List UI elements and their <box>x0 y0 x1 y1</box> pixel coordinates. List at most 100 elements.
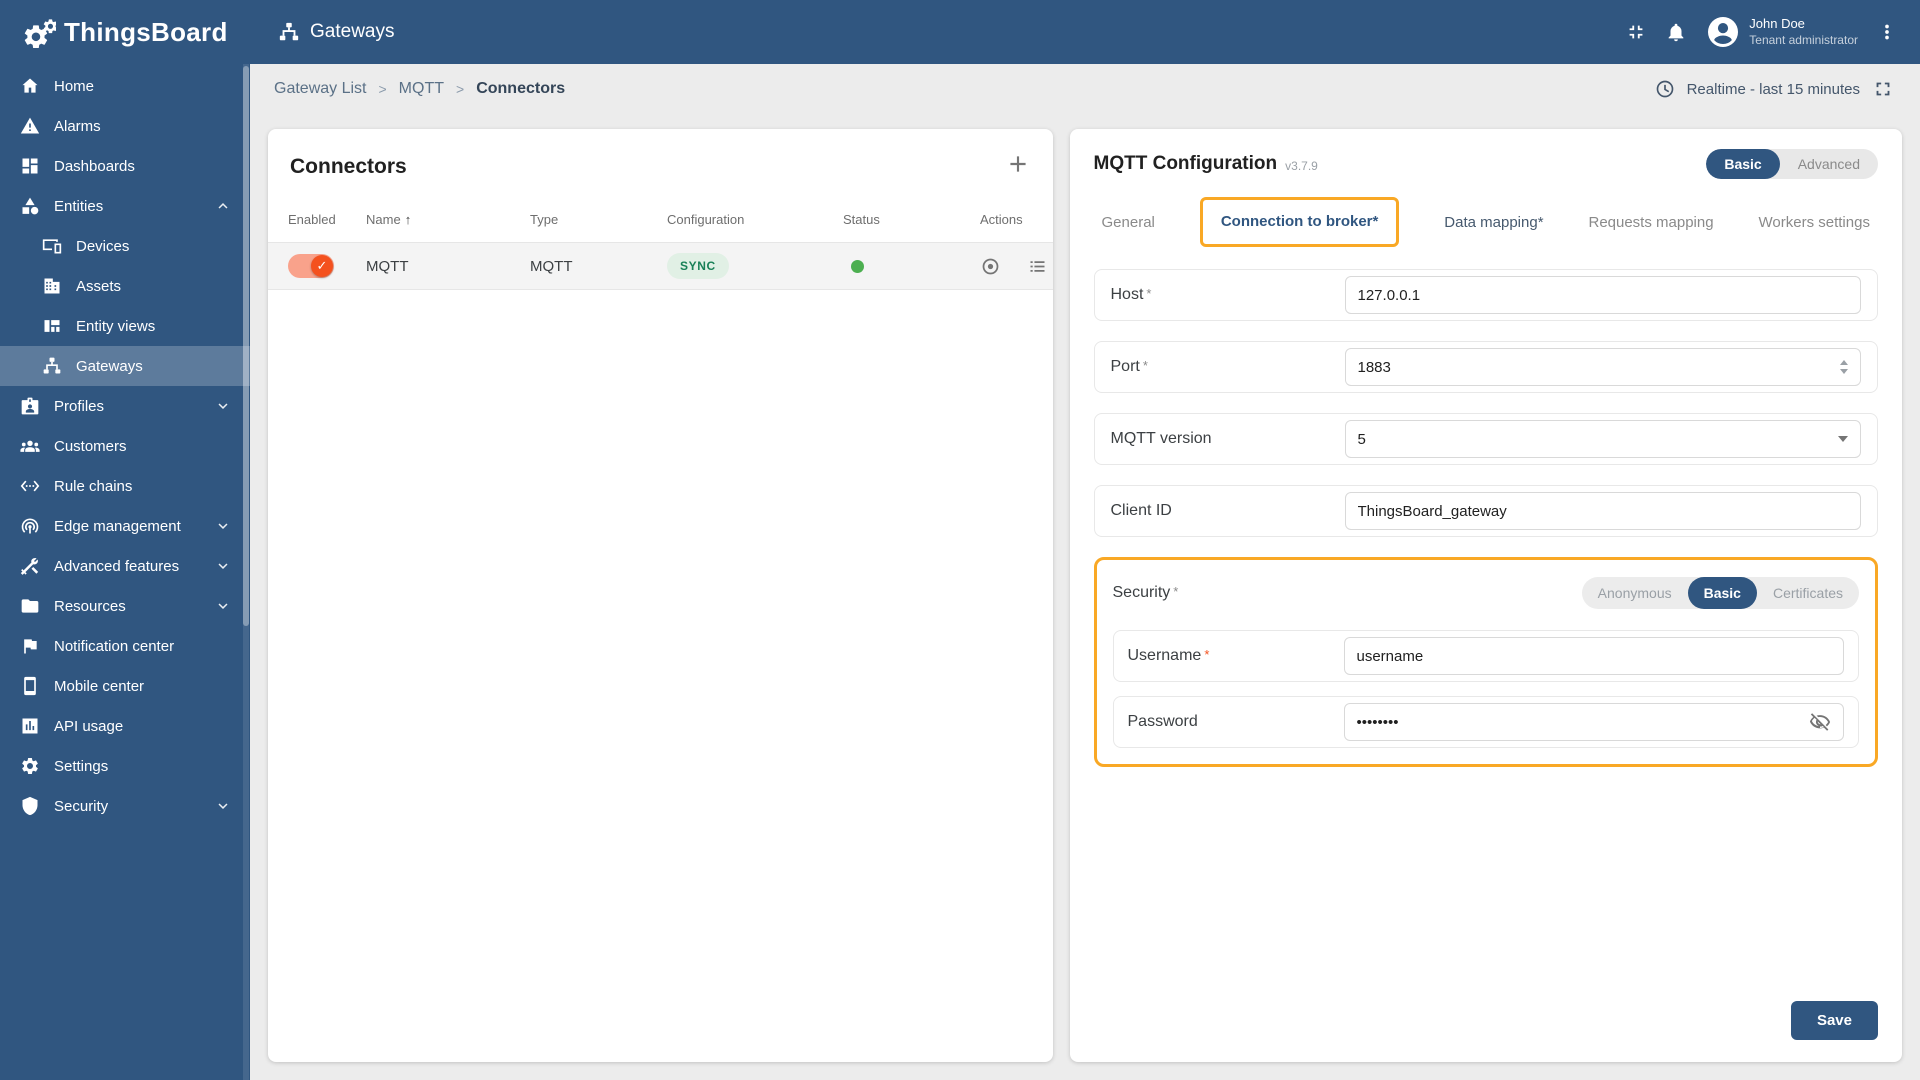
column-enabled[interactable]: Enabled <box>288 212 366 227</box>
sidebar-item-mobile-center[interactable]: Mobile center <box>0 666 250 706</box>
mqtt-version-select[interactable]: 5 <box>1344 420 1861 458</box>
column-status[interactable]: Status <box>843 212 980 227</box>
sidebar-item-api-usage[interactable]: API usage <box>0 706 250 746</box>
breadcrumb-mqtt[interactable]: MQTT <box>399 80 444 98</box>
connector-scan-button[interactable] <box>980 256 1001 277</box>
tab-general[interactable]: General <box>1102 214 1155 231</box>
column-configuration[interactable]: Configuration <box>667 212 843 227</box>
tab-workers-settings[interactable]: Workers settings <box>1759 214 1870 231</box>
tab-connection-to-broker[interactable]: Connection to broker* <box>1221 213 1379 230</box>
sidebar-item-gateways[interactable]: Gateways <box>0 346 250 386</box>
port-input[interactable] <box>1357 358 1832 376</box>
sidebar-scrollbar-thumb[interactable] <box>243 66 249 626</box>
app-root: ThingsBoard Home Alarms Dashboards Entit… <box>0 0 1920 1080</box>
sidebar-item-settings[interactable]: Settings <box>0 746 250 786</box>
mqtt-config-panel: MQTT Configuration v3.7.9 Basic Advanced… <box>1069 129 1902 1062</box>
sidebar-item-entity-views[interactable]: Entity views <box>0 306 250 346</box>
sidebar-item-rule-chains[interactable]: Rule chains <box>0 466 250 506</box>
chevron-down-icon[interactable] <box>1838 436 1848 442</box>
sidebar-item-customers[interactable]: Customers <box>0 426 250 466</box>
sort-asc-icon[interactable]: ↑ <box>405 212 412 227</box>
user-name: John Doe <box>1749 16 1805 32</box>
broker-form: Host* Port* <box>1093 269 1878 787</box>
client-id-input[interactable] <box>1357 502 1848 520</box>
security-anonymous-button[interactable]: Anonymous <box>1582 577 1688 609</box>
time-range-button[interactable]: Realtime - last 15 minutes <box>1687 81 1860 98</box>
sidebar-item-label: Gateways <box>76 357 143 375</box>
sidebar-item-label: Devices <box>76 237 130 255</box>
table-row[interactable]: ✓ MQTT MQTT SYNC <box>268 242 1053 290</box>
stepper-down-icon[interactable] <box>1840 369 1848 374</box>
username-input-wrap <box>1343 637 1844 675</box>
breadcrumb-gateway-list[interactable]: Gateway List <box>274 80 366 98</box>
username-row: Username * <box>1112 630 1859 682</box>
sidebar-item-advanced-features[interactable]: Advanced features <box>0 546 250 586</box>
user-menu[interactable]: John Doe Tenant administrator <box>1705 14 1858 50</box>
sidebar-item-home[interactable]: Home <box>0 66 250 106</box>
chevron-down-icon <box>214 397 232 415</box>
sidebar-item-entities[interactable]: Entities <box>0 186 250 226</box>
header-controls: John Doe Tenant administrator <box>1625 14 1898 50</box>
brand-logo[interactable]: ThingsBoard <box>0 0 250 64</box>
sidebar-item-profiles[interactable]: Profiles <box>0 386 250 426</box>
port-label: Port * <box>1111 358 1345 376</box>
configuration-cell: SYNC <box>667 253 843 279</box>
port-input-wrap <box>1344 348 1861 386</box>
column-type[interactable]: Type <box>530 212 667 227</box>
security-label-text: Security <box>1112 584 1171 601</box>
avatar <box>1705 14 1741 50</box>
groups-icon <box>20 436 40 456</box>
connector-logs-button[interactable] <box>1027 256 1048 277</box>
sidebar-item-devices[interactable]: Devices <box>0 226 250 266</box>
chevron-down-icon <box>214 557 232 575</box>
password-field[interactable] <box>1356 713 1801 731</box>
security-highlight-annotation: Security * Anonymous Basic Certificates U… <box>1093 557 1878 767</box>
save-button[interactable]: Save <box>1790 1001 1878 1040</box>
host-input[interactable] <box>1357 286 1848 304</box>
warning-icon <box>20 116 40 136</box>
sidebar-item-resources[interactable]: Resources <box>0 586 250 626</box>
list-icon <box>1027 256 1048 277</box>
sidebar-item-dashboards[interactable]: Dashboards <box>0 146 250 186</box>
security-basic-button[interactable]: Basic <box>1687 577 1757 609</box>
port-label-text: Port <box>1110 358 1140 375</box>
breadcrumb-separator: > <box>378 81 387 97</box>
fullscreen-icon <box>1872 78 1894 100</box>
sidebar-item-label: Alarms <box>54 117 101 135</box>
insert-chart-icon <box>20 716 40 736</box>
kebab-menu-icon <box>1876 21 1898 43</box>
toggle-password-visibility-button[interactable] <box>1809 711 1831 733</box>
required-marker: * <box>1142 358 1148 373</box>
mode-basic-button[interactable]: Basic <box>1706 149 1780 179</box>
bell-icon <box>1665 21 1687 43</box>
add-connector-button[interactable] <box>1005 151 1031 182</box>
breadcrumb: Gateway List > MQTT > Connectors <box>274 80 565 98</box>
flag-icon <box>20 636 40 656</box>
sidebar-item-security[interactable]: Security <box>0 786 250 826</box>
collapse-header-button[interactable] <box>1625 21 1647 43</box>
client-id-label: Client ID <box>1110 502 1172 519</box>
view-quilt-icon <box>42 316 62 336</box>
security-certificates-button[interactable]: Certificates <box>1757 577 1859 609</box>
tab-requests-mapping[interactable]: Requests mapping <box>1588 214 1713 231</box>
sidebar-item-assets[interactable]: Assets <box>0 266 250 306</box>
sidebar-item-notification-center[interactable]: Notification center <box>0 626 250 666</box>
fullscreen-button[interactable] <box>1872 78 1894 100</box>
user-role: Tenant administrator <box>1749 32 1858 47</box>
more-menu-button[interactable] <box>1876 21 1898 43</box>
sidebar-item-label: Security <box>54 797 109 815</box>
plus-icon <box>1005 151 1031 177</box>
column-name[interactable]: Name ↑ <box>366 212 530 227</box>
stepper-up-icon[interactable] <box>1840 360 1848 365</box>
username-field[interactable] <box>1356 647 1831 665</box>
tab-data-mapping[interactable]: Data mapping* <box>1444 214 1543 231</box>
mode-advanced-button[interactable]: Advanced <box>1780 149 1878 179</box>
enabled-toggle[interactable]: ✓ <box>288 254 334 278</box>
column-name-label: Name <box>366 211 401 227</box>
sidebar-item-edge-management[interactable]: Edge management <box>0 506 250 546</box>
sidebar-item-label: Resources <box>54 597 126 615</box>
breadcrumb-current: Connectors <box>476 80 566 97</box>
chevron-down-icon <box>214 517 232 535</box>
sidebar-item-alarms[interactable]: Alarms <box>0 106 250 146</box>
notifications-button[interactable] <box>1665 21 1687 43</box>
